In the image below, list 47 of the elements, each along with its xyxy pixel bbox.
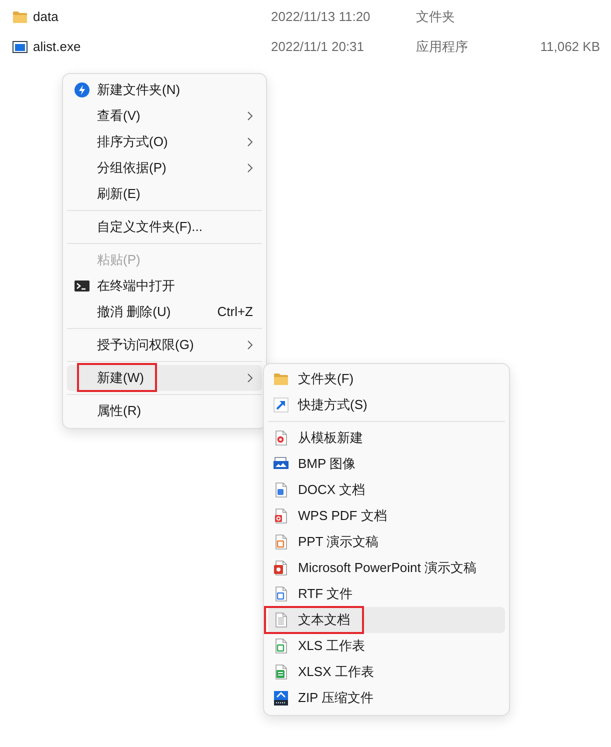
program-window-icon xyxy=(12,39,28,55)
menu-item[interactable]: 排序方式(O) xyxy=(67,129,262,155)
template-document-icon xyxy=(273,430,289,446)
pdf-document-icon xyxy=(273,508,289,524)
menu-item[interactable]: 新建文件夹(N) xyxy=(67,77,262,103)
terminal-icon xyxy=(74,278,90,294)
menu-item[interactable]: 撤消 删除(U) Ctrl+Z xyxy=(67,299,262,325)
menu-item[interactable]: DOCX 文档 xyxy=(268,477,505,503)
menu-item[interactable]: 授予访问权限(G) xyxy=(67,332,262,358)
file-size: 11,062 KB xyxy=(539,38,600,56)
menu-item[interactable]: ZIP 压缩文件 xyxy=(268,685,505,711)
file-name[interactable]: data xyxy=(33,7,271,27)
menu-item[interactable]: XLSX 工作表 xyxy=(268,659,505,685)
menu-item[interactable]: 自定义文件夹(F)... xyxy=(67,214,262,240)
menu-item[interactable]: 在终端中打开 xyxy=(67,273,262,299)
menu-item[interactable]: PPT 演示文稿 xyxy=(268,529,505,555)
menu-item[interactable]: 从模板新建 xyxy=(268,425,505,451)
menu-item[interactable]: 刷新(E) xyxy=(67,181,262,207)
menu-item[interactable]: 文件夹(F) xyxy=(268,366,505,392)
menu-item[interactable]: WPS PDF 文档 xyxy=(268,503,505,529)
lightning-badge-icon xyxy=(74,82,90,98)
modified-date: 2022/11/13 11:20 xyxy=(271,8,372,26)
spreadsheet-document-icon xyxy=(273,638,289,654)
menu-item[interactable]: XLS 工作表 xyxy=(268,633,505,659)
menu-item[interactable]: 查看(V) xyxy=(67,103,262,129)
menu-item[interactable]: RTF 文件 xyxy=(268,581,505,607)
folder-icon xyxy=(12,9,28,25)
file-name[interactable]: alist.exe xyxy=(33,37,271,57)
file-type: 应用程序 xyxy=(416,38,469,56)
spreadsheet-icon xyxy=(273,664,289,680)
text-document-icon xyxy=(273,612,289,628)
menu-item[interactable]: BMP 图像 xyxy=(268,451,505,477)
shortcut-label: Ctrl+Z xyxy=(217,303,253,322)
word-document-icon xyxy=(273,586,289,602)
menu-item[interactable]: 分组依据(P) xyxy=(67,155,262,181)
menu-item[interactable]: 属性(R) xyxy=(67,398,262,424)
word-document-icon xyxy=(273,482,289,498)
menu-item[interactable]: Microsoft PowerPoint 演示文稿 xyxy=(268,555,505,581)
presentation-icon xyxy=(273,560,289,576)
modified-date: 2022/11/1 20:31 xyxy=(271,38,366,56)
image-file-icon xyxy=(273,456,289,472)
presentation-document-icon xyxy=(273,534,289,550)
file-type: 文件夹 xyxy=(416,8,456,26)
zip-archive-icon xyxy=(273,690,289,706)
menu-item[interactable]: 快捷方式(S) xyxy=(268,392,505,418)
menu-item[interactable]: 新建(W) xyxy=(67,365,262,391)
folder-icon xyxy=(273,371,289,387)
